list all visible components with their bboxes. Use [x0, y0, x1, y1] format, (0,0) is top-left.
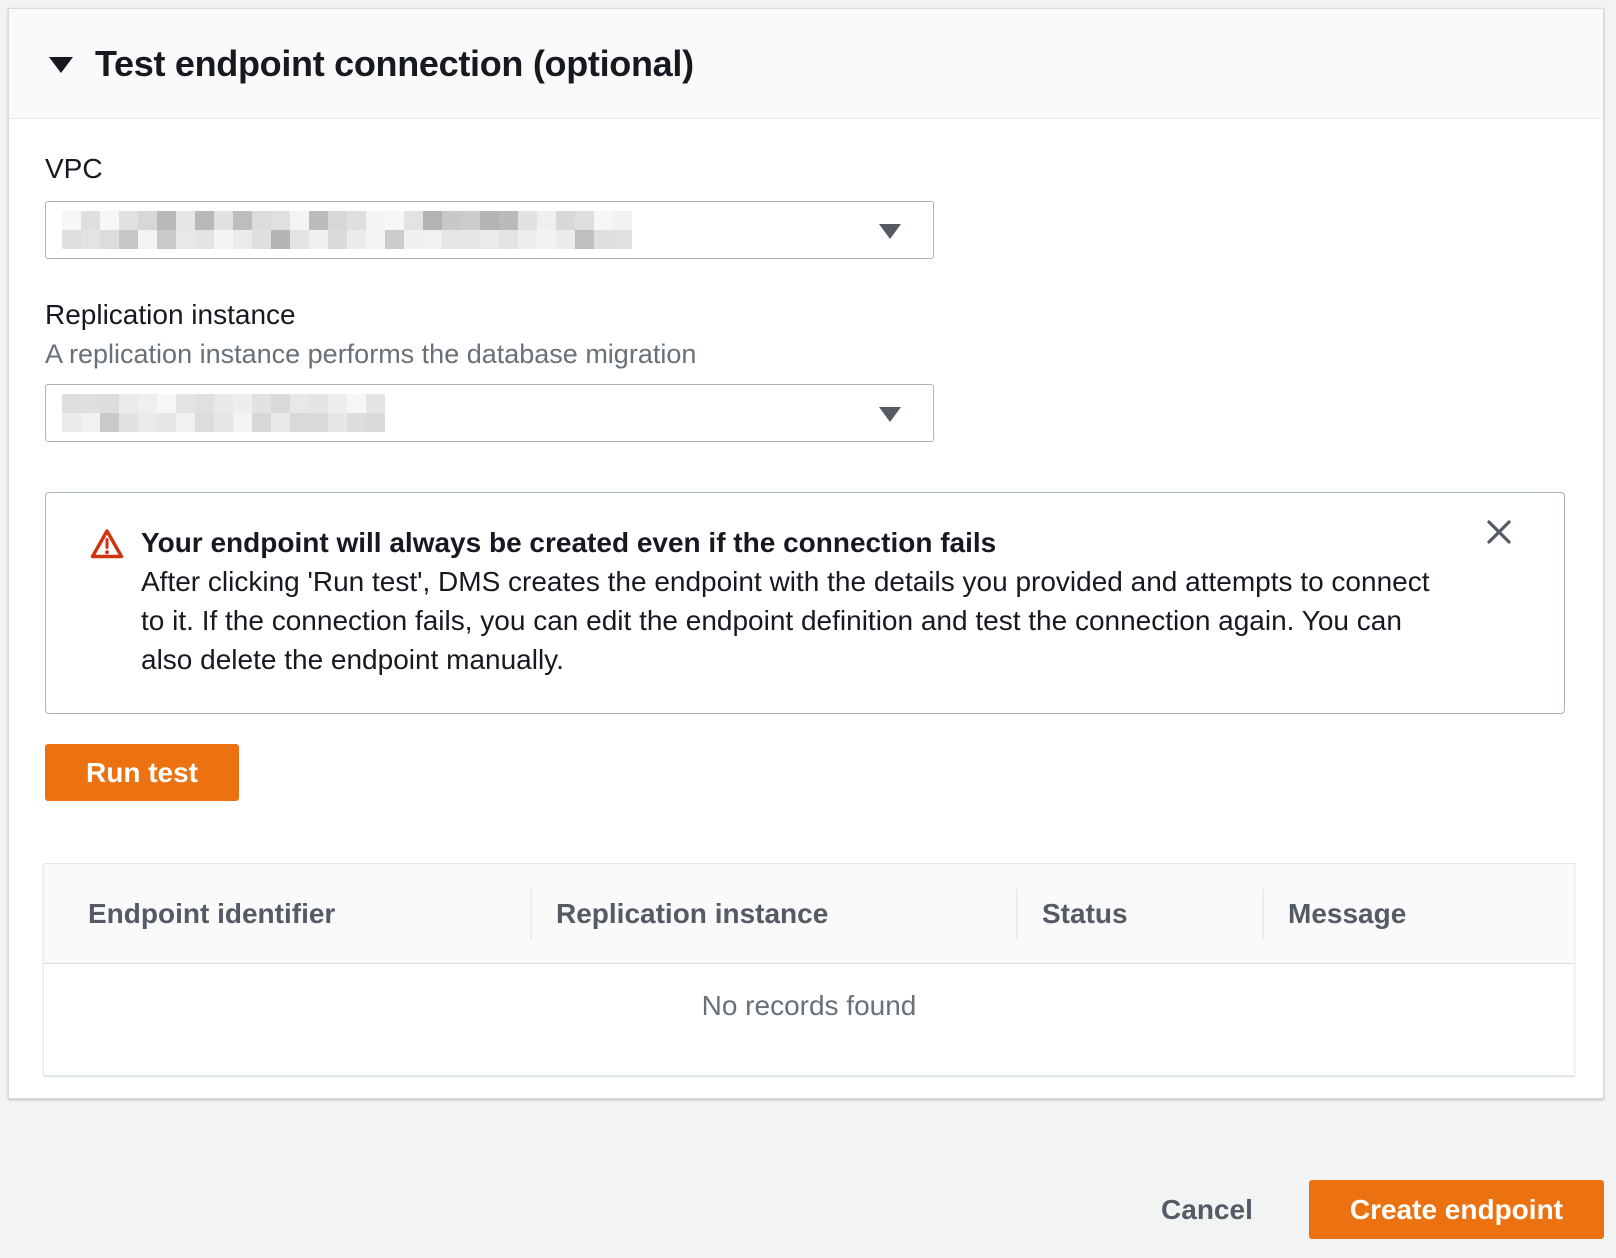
replication-instance-select[interactable] [45, 384, 934, 442]
warning-content: Your endpoint will always be created eve… [141, 523, 1441, 679]
section-header[interactable]: Test endpoint connection (optional) [9, 9, 1603, 119]
create-endpoint-button[interactable]: Create endpoint [1309, 1180, 1604, 1239]
table-header-row: Endpoint identifier Replication instance… [44, 864, 1574, 964]
close-icon[interactable] [1482, 515, 1516, 549]
column-header-replication-instance: Replication instance [530, 864, 1016, 963]
warning-alert: Your endpoint will always be created eve… [45, 492, 1565, 714]
column-divider [530, 889, 532, 939]
cancel-button[interactable]: Cancel [1161, 1180, 1253, 1239]
column-divider [1262, 889, 1264, 939]
section-title: Test endpoint connection (optional) [95, 43, 694, 85]
section-body: VPC Replication instance A replication i… [9, 153, 1603, 1076]
vpc-select[interactable] [45, 201, 934, 259]
replication-instance-selected-value-redacted [62, 394, 394, 432]
collapse-caret-icon [49, 57, 73, 73]
column-header-endpoint-identifier: Endpoint identifier [44, 864, 530, 963]
select-caret-icon [879, 407, 901, 422]
test-endpoint-connection-section: Test endpoint connection (optional) VPC … [8, 8, 1604, 1099]
warning-body: After clicking 'Run test', DMS creates t… [141, 562, 1441, 679]
vpc-selected-value-redacted [62, 211, 642, 249]
column-header-message: Message [1262, 864, 1574, 963]
replication-instance-label: Replication instance [45, 299, 1573, 331]
column-header-status: Status [1016, 864, 1262, 963]
warning-triangle-icon [90, 528, 124, 560]
warning-title: Your endpoint will always be created eve… [141, 523, 1441, 562]
form-footer: Cancel Create endpoint [1161, 1180, 1604, 1239]
table-body: No records found [44, 964, 1574, 1075]
replication-instance-field: Replication instance A replication insta… [45, 299, 1573, 442]
column-divider [1016, 889, 1018, 939]
vpc-label: VPC [45, 153, 1573, 185]
run-test-button[interactable]: Run test [45, 744, 239, 801]
select-caret-icon [879, 224, 901, 239]
vpc-field: VPC [45, 153, 1573, 259]
replication-instance-description: A replication instance performs the data… [45, 339, 1573, 370]
test-results-table: Endpoint identifier Replication instance… [43, 863, 1575, 1076]
empty-state-text: No records found [44, 964, 1574, 1022]
